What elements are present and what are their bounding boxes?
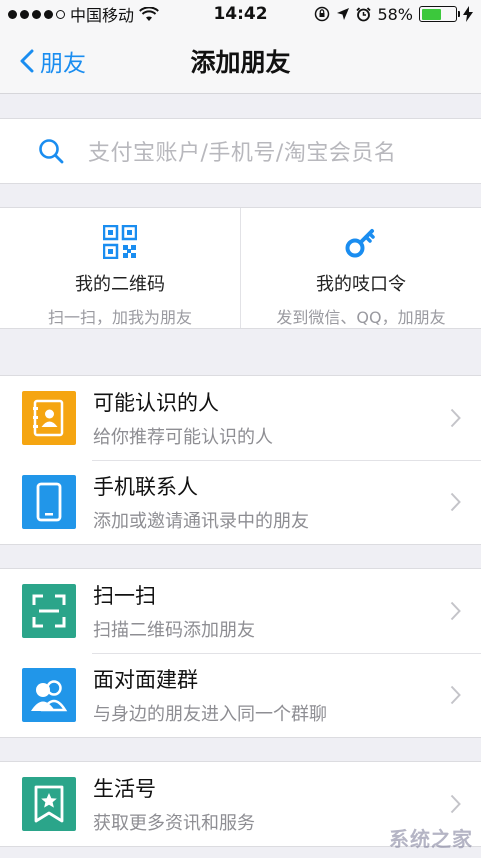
list-item-face-to-face-group[interactable]: 面对面建群 与身边的朋友进入同一个群聊 (0, 653, 481, 737)
battery-icon (419, 6, 460, 22)
chevron-right-icon (450, 685, 461, 705)
chevron-right-icon (450, 492, 461, 512)
location-icon (337, 8, 350, 20)
phone-icon (22, 475, 76, 529)
row-text: 可能认识的人 给你推荐可能认识的人 (93, 387, 450, 449)
search-input[interactable]: 支付宝账户/手机号/淘宝会员名 (0, 118, 481, 184)
scan-icon (22, 584, 76, 638)
page-title: 添加朋友 (190, 47, 291, 77)
row-subtitle: 与身边的朋友进入同一个群聊 (93, 704, 327, 725)
status-bar: 中国移动 14:42 58% (0, 0, 481, 28)
alarm-icon (356, 6, 372, 21)
back-label: 朋友 (40, 50, 86, 77)
row-title: 面对面建群 (93, 668, 198, 692)
row-text: 手机联系人 添加或邀请通讯录中的朋友 (93, 471, 450, 533)
quick-actions: 我的二维码 扫一扫，加我为朋友 我的吱口令 发到微信、QQ，加朋友 (0, 207, 481, 329)
quick-subtitle: 发到微信、QQ，加朋友 (276, 308, 446, 327)
row-title: 手机联系人 (93, 475, 198, 499)
chevron-right-icon (450, 408, 461, 428)
chevron-right-icon (450, 601, 461, 621)
row-text: 面对面建群 与身边的朋友进入同一个群聊 (93, 664, 450, 726)
search-icon (39, 139, 64, 164)
carrier-label: 中国移动 (70, 6, 135, 25)
qr-code-icon (103, 224, 137, 260)
row-title: 扫一扫 (93, 584, 156, 608)
row-subtitle: 添加或邀请通讯录中的朋友 (93, 511, 309, 532)
rotation-lock-icon (315, 6, 330, 22)
nav-bar: 朋友 添加朋友 (0, 28, 481, 94)
my-qr-code-button[interactable]: 我的二维码 扫一扫，加我为朋友 (0, 208, 240, 328)
battery-fill (421, 8, 441, 20)
list-item-people-you-may-know[interactable]: 可能认识的人 给你推荐可能认识的人 (0, 376, 481, 460)
list-item-scan[interactable]: 扫一扫 扫描二维码添加朋友 (0, 569, 481, 653)
charging-bolt-icon (463, 6, 473, 22)
search-placeholder: 支付宝账户/手机号/淘宝会员名 (88, 141, 397, 166)
signal-icon (8, 9, 65, 19)
list-item-phone-contacts[interactable]: 手机联系人 添加或邀请通讯录中的朋友 (0, 460, 481, 544)
quick-title: 我的二维码 (75, 274, 165, 295)
row-title: 可能认识的人 (93, 391, 219, 415)
list-group: 可能认识的人 给你推荐可能认识的人 手机联系人 添加或邀请通讯录中的朋友 (0, 375, 481, 545)
key-icon (345, 224, 377, 260)
group-icon (22, 668, 76, 722)
wifi-icon (139, 6, 159, 21)
watermark: 系统之家 (389, 827, 473, 851)
list-group: 扫一扫 扫描二维码添加朋友 面对面建群 与身边的朋友进入同一个群聊 (0, 568, 481, 738)
row-text: 扫一扫 扫描二维码添加朋友 (93, 580, 450, 642)
chevron-left-icon (20, 49, 34, 72)
row-title: 生活号 (93, 777, 156, 801)
my-zhi-code-button[interactable]: 我的吱口令 发到微信、QQ，加朋友 (240, 208, 481, 328)
status-time: 14:42 (213, 4, 268, 24)
quick-title: 我的吱口令 (316, 274, 406, 295)
chevron-right-icon (450, 794, 461, 814)
status-left: 中国移动 (8, 2, 159, 26)
row-subtitle: 扫描二维码添加朋友 (93, 620, 255, 641)
battery-percent: 58% (377, 4, 413, 24)
bookmark-star-icon (22, 777, 76, 831)
back-button[interactable]: 朋友 (0, 44, 86, 78)
status-right: 58% (314, 5, 473, 24)
row-subtitle: 给你推荐可能认识的人 (93, 427, 273, 448)
quick-subtitle: 扫一扫，加我为朋友 (47, 308, 192, 327)
contact-book-icon (22, 391, 76, 445)
